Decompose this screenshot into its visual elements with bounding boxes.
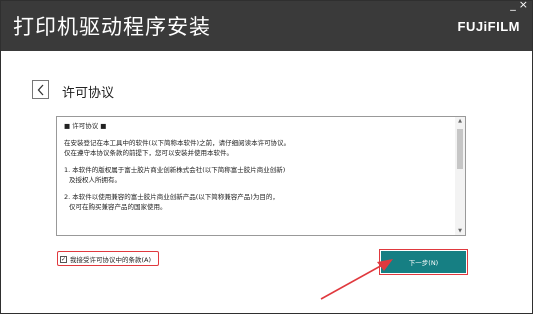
accept-terms-checkbox-row[interactable]: ✓ 我接受许可协议中的条款(A) [60,254,151,264]
license-heading: ■ 许可协议 ■ [64,122,107,130]
page-title: 许可协议 [62,86,115,101]
license-line: 1. 本软件的版权属于富士胶片商业创新株式会社(以下简称富士胶片商业创新) [64,166,286,174]
title-bar: 打印机驱动程序安装 _ × FUJiFILM [1,0,532,51]
window-title: 打印机驱动程序安装 [13,15,211,39]
installer-window: 打印机驱动程序安装 _ × FUJiFILM 许可协议 ■ 许可协议 ■ 在安装… [0,0,533,314]
license-line: 仅在遵守本协议条款的前提下，您可以安装并使用本软件。 [64,149,233,157]
back-button[interactable] [32,80,49,99]
minimize-button[interactable]: _ [510,0,516,11]
license-line: 仅可在购买兼容产品的国家使用。 [69,203,167,211]
scroll-thumb[interactable] [457,129,463,169]
accept-terms-checkbox[interactable]: ✓ [60,255,67,263]
vertical-scrollbar[interactable]: ▲ ▼ [455,117,465,235]
license-line: 及授权人所拥有。 [69,176,121,184]
next-button[interactable]: 下一步(N) [381,251,466,273]
license-content: ■ 许可协议 ■ 在安装登记在本工具中的软件(以下简称本软件)之前，请仔细阅读本… [64,121,452,212]
accept-terms-label[interactable]: 我接受许可协议中的条款(A) [70,254,151,264]
chevron-left-icon [37,84,43,95]
license-line: 在安装登记在本工具中的软件(以下简称本软件)之前，请仔细阅读本许可协议。 [64,139,291,147]
license-line: 2. 本软件以使用兼容的富士胶片商业创新产品(以下简称兼容产品)为目的， [64,193,279,201]
license-text-box[interactable]: ■ 许可协议 ■ 在安装登记在本工具中的软件(以下简称本软件)之前，请仔细阅读本… [56,116,466,236]
brand-logo: FUJiFILM [457,19,520,34]
close-button[interactable]: × [519,0,528,11]
scroll-up-icon[interactable]: ▲ [455,117,465,125]
window-controls: _ × [510,0,528,11]
scroll-down-icon[interactable]: ▼ [455,227,465,235]
